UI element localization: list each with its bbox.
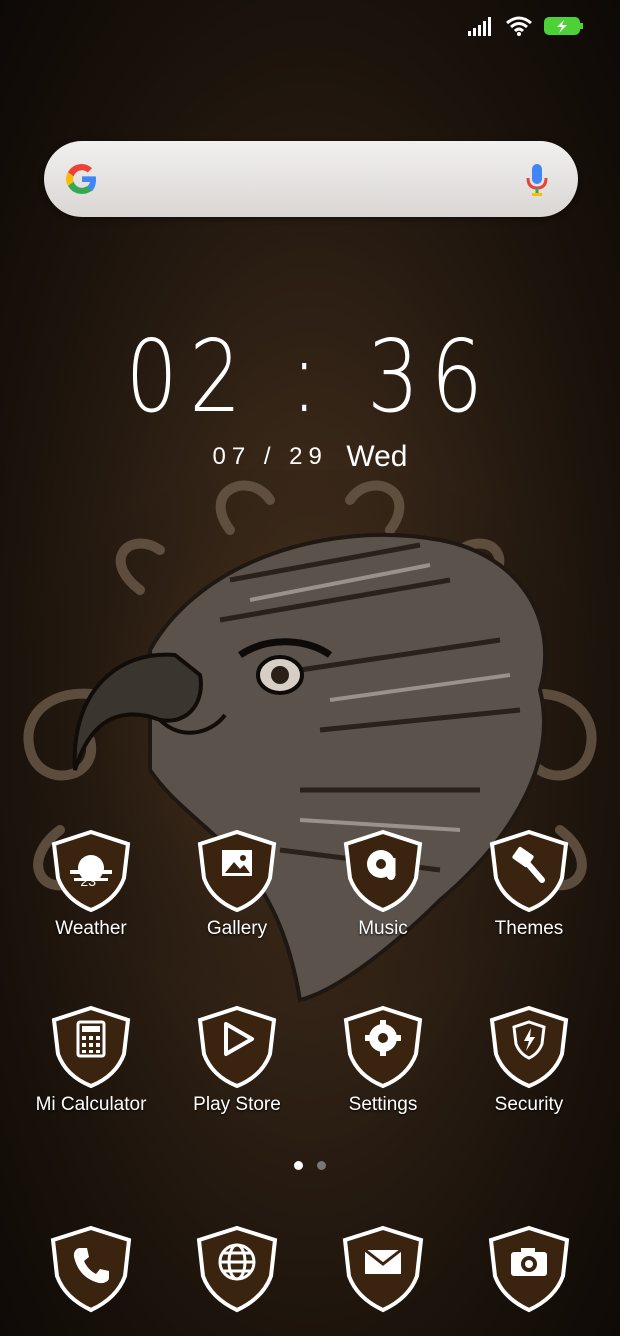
page-dot-active[interactable] (294, 1161, 303, 1170)
wifi-icon (506, 16, 532, 36)
gallery-icon (192, 828, 282, 914)
play-store-icon (192, 1004, 282, 1090)
status-bar (468, 16, 584, 36)
eagle-wallpaper-art (0, 470, 620, 1010)
app-security[interactable]: Security (456, 1004, 602, 1116)
dock-camera[interactable] (456, 1222, 602, 1318)
date-label: 07 / 29 (212, 443, 328, 470)
app-gallery[interactable]: Gallery (164, 828, 310, 940)
signal-bars-icon (468, 17, 491, 36)
messages-icon (335, 1222, 431, 1318)
app-label: Mi Calculator (35, 1094, 147, 1115)
security-icon (484, 1004, 574, 1090)
camera-icon (481, 1222, 577, 1318)
app-weather[interactable]: 23° Weather (18, 828, 164, 940)
google-g-icon (66, 164, 96, 194)
page-dot[interactable] (317, 1161, 326, 1170)
app-settings[interactable]: Settings (310, 1004, 456, 1116)
app-label: Gallery (206, 918, 268, 939)
app-label: Security (494, 1094, 564, 1115)
app-themes[interactable]: Themes (456, 828, 602, 940)
music-icon (338, 828, 428, 914)
weekday-label: Wed (346, 440, 408, 473)
dock-messages[interactable] (310, 1222, 456, 1318)
weather-temp: 23° (80, 873, 102, 889)
app-mi-calculator[interactable]: Mi Calculator (18, 1004, 164, 1116)
app-label: Themes (494, 918, 564, 939)
app-label: Play Store (193, 1094, 281, 1115)
weather-icon: 23° (46, 828, 136, 914)
app-label: Settings (348, 1094, 418, 1115)
themes-icon (484, 828, 574, 914)
app-label: Music (358, 918, 408, 939)
mic-icon[interactable] (526, 163, 548, 197)
clock-time[interactable]: 02 : 36 (56, 318, 564, 435)
app-play-store[interactable]: Play Store (164, 1004, 310, 1116)
settings-icon (338, 1004, 428, 1090)
browser-icon (189, 1222, 285, 1318)
dock-browser[interactable] (164, 1222, 310, 1318)
app-label: Weather (55, 918, 127, 939)
app-music[interactable]: Music (310, 828, 456, 940)
phone-icon (43, 1222, 139, 1318)
dock-phone[interactable] (18, 1222, 164, 1318)
google-search-bar[interactable] (44, 141, 578, 217)
page-indicator (0, 1161, 620, 1170)
battery-charging-icon (544, 17, 583, 35)
clock-date: 07 / 29 Wed (0, 440, 620, 474)
calculator-icon (46, 1004, 136, 1090)
